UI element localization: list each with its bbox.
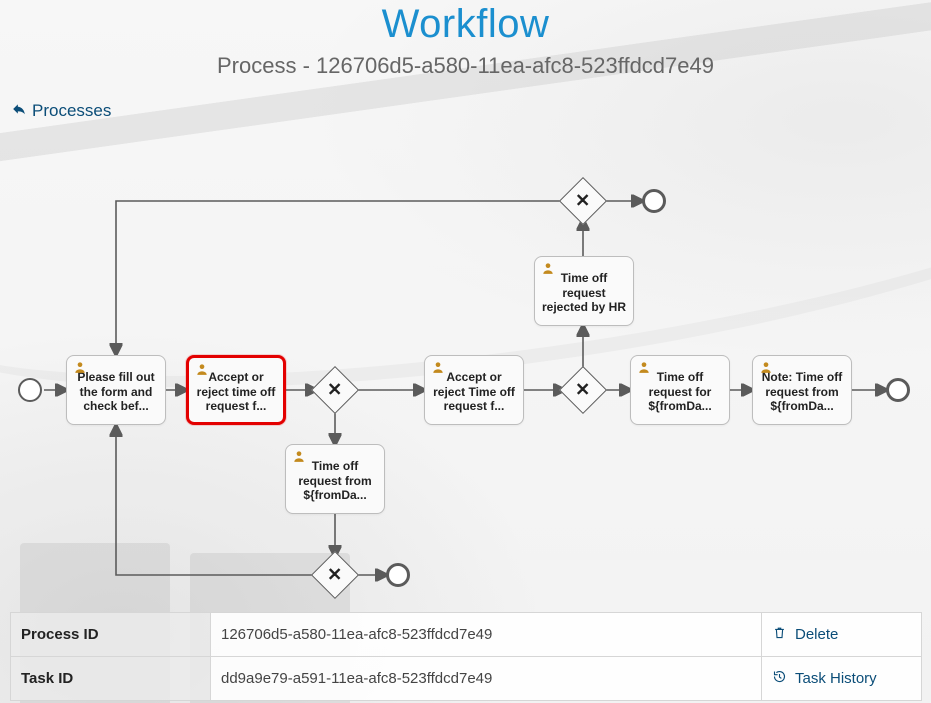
user-task-icon (195, 362, 209, 379)
user-task-icon (431, 360, 445, 377)
bpmn-task-accept-reject-2[interactable]: Accept or reject Time off request f... (424, 355, 524, 425)
bpmn-task-request-for[interactable]: Time off request for ${fromDa... (630, 355, 730, 425)
user-task-icon (73, 360, 87, 377)
task-history-button[interactable]: Task History (772, 669, 877, 688)
bpmn-task-note[interactable]: Note: Time off request from ${fromDa... (752, 355, 852, 425)
user-task-icon (292, 449, 306, 466)
bpmn-task-request-from[interactable]: Time off request from ${fromDa... (285, 444, 385, 514)
trash-icon (772, 625, 787, 644)
delete-label: Delete (795, 626, 838, 643)
user-task-icon (637, 360, 651, 377)
reply-arrow-icon (12, 101, 26, 121)
page-title: Workflow (0, 0, 931, 47)
bpmn-start-event[interactable] (18, 378, 42, 402)
table-row: Task ID dd9a9e79-a591-11ea-afc8-523ffdcd… (11, 657, 922, 701)
bpmn-task-accept-reject-1[interactable]: Accept or reject time off request f... (186, 355, 286, 425)
table-row: Process ID 126706d5-a580-11ea-afc8-523ff… (11, 613, 922, 657)
delete-button[interactable]: Delete (772, 625, 838, 644)
task-id-value: dd9a9e79-a591-11ea-afc8-523ffdcd7e49 (211, 657, 762, 701)
user-task-icon (541, 261, 555, 278)
process-id-label: Process ID (11, 613, 211, 657)
page-subtitle: Process - 126706d5-a580-11ea-afc8-523ffd… (0, 53, 931, 79)
bpmn-end-event-bottom[interactable] (386, 563, 410, 587)
bpmn-end-event-right[interactable] (886, 378, 910, 402)
bpmn-task-fill-form[interactable]: Please fill out the form and check bef..… (66, 355, 166, 425)
task-id-label: Task ID (11, 657, 211, 701)
process-info-table: Process ID 126706d5-a580-11ea-afc8-523ff… (10, 612, 922, 701)
back-link-label: Processes (32, 101, 111, 121)
bpmn-end-event-top[interactable] (642, 189, 666, 213)
task-history-label: Task History (795, 670, 877, 687)
history-icon (772, 669, 787, 688)
process-id-value: 126706d5-a580-11ea-afc8-523ffdcd7e49 (211, 613, 762, 657)
user-task-icon (759, 360, 773, 377)
bpmn-task-rejected-hr[interactable]: Time off request rejected by HR (534, 256, 634, 326)
back-to-processes-link[interactable]: Processes (12, 101, 111, 121)
bpmn-canvas: Please fill out the form and check bef..… (0, 160, 931, 610)
